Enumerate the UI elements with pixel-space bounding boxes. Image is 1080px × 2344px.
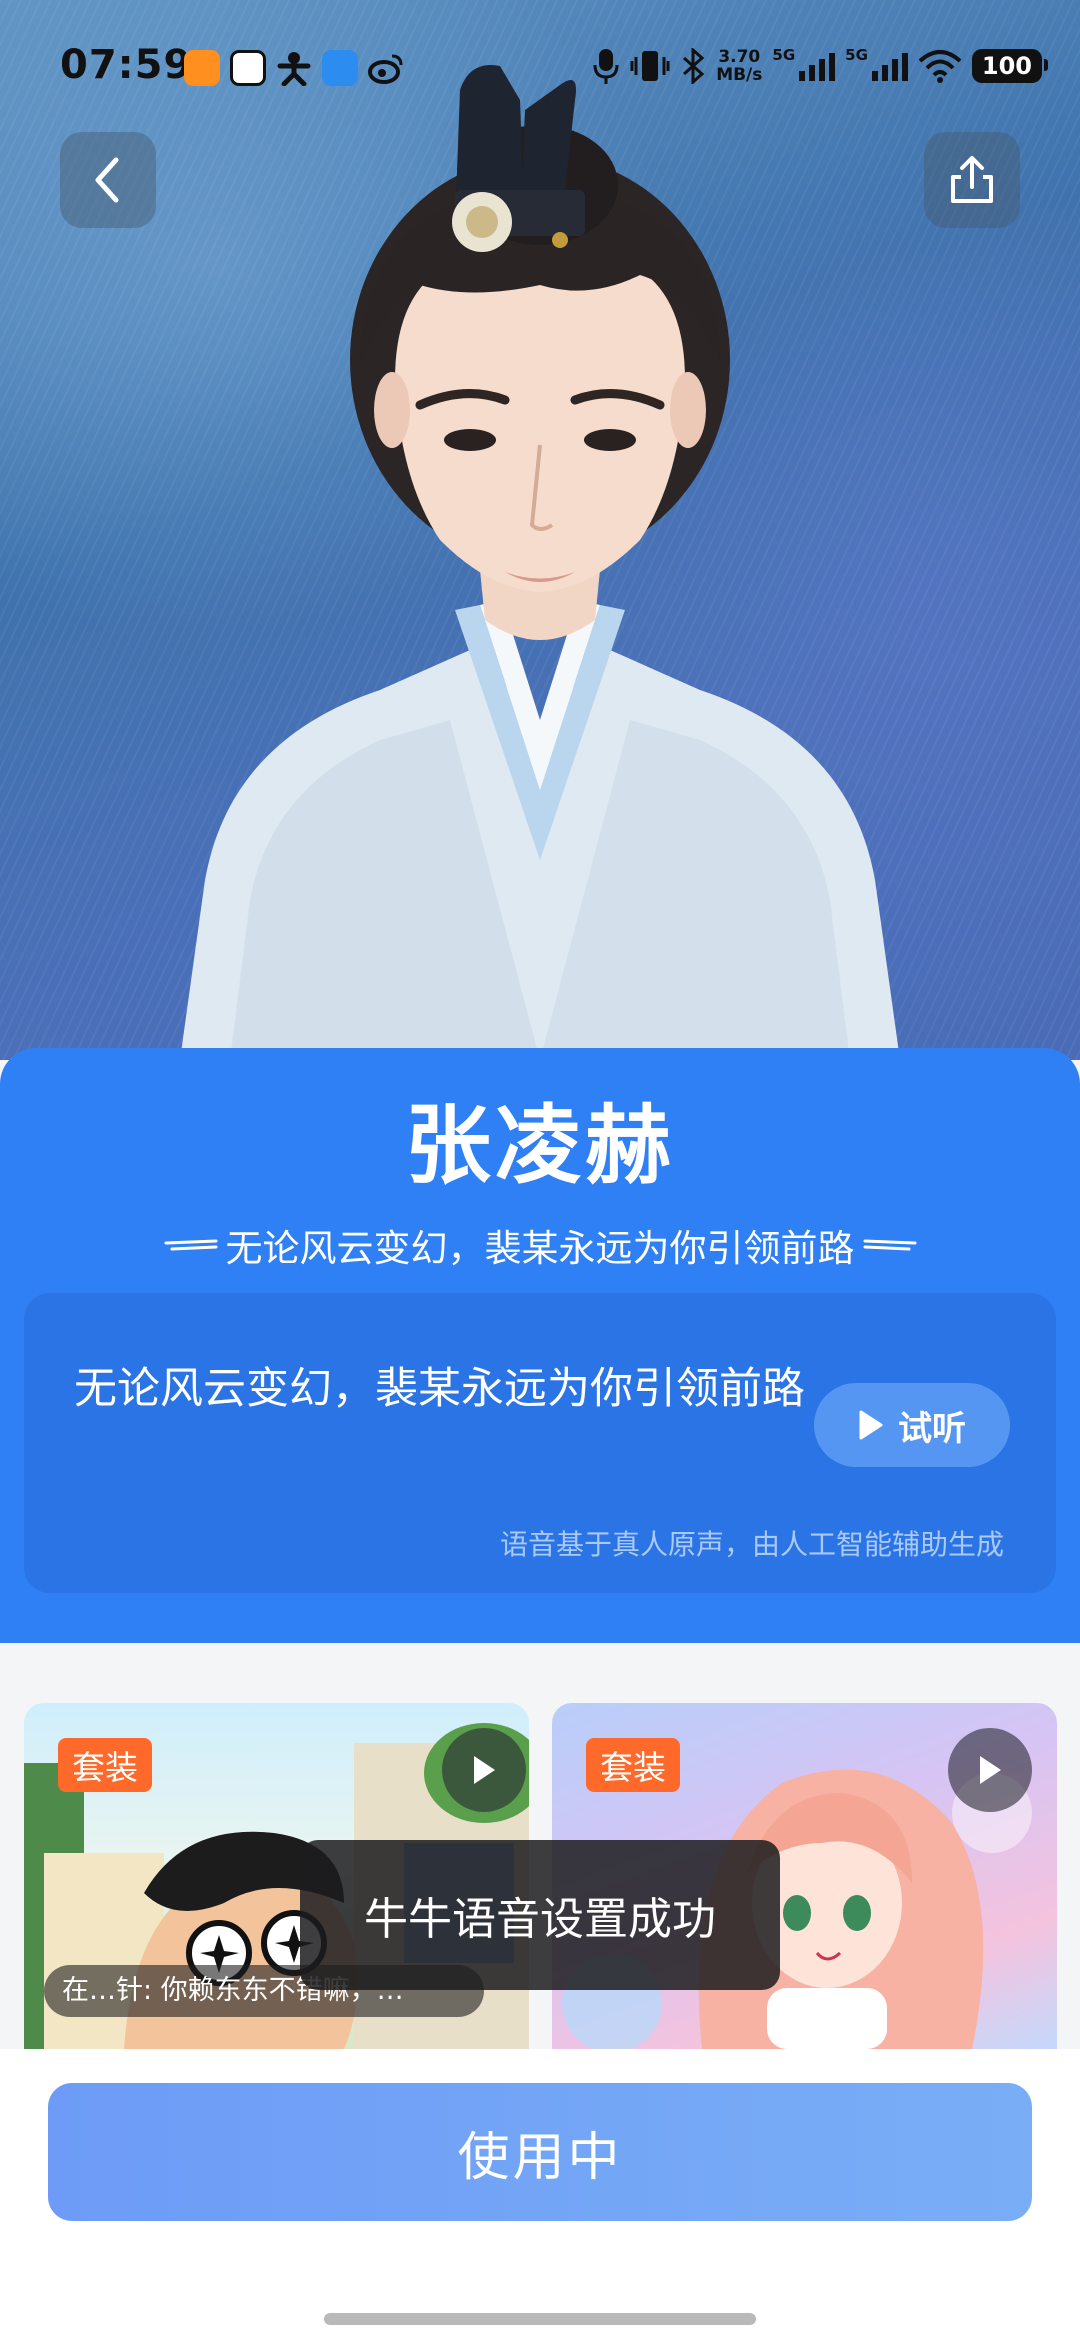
play-icon	[859, 1410, 883, 1440]
sim1-label: 5G	[772, 46, 796, 64]
sim2-label: 5G	[845, 46, 868, 64]
tagline-row: 无论风云变幻，裴某永远为你引领前路	[0, 1218, 1080, 1272]
signal-strength-icon-2	[871, 53, 908, 81]
share-button[interactable]	[924, 132, 1020, 228]
wifi-icon	[918, 50, 962, 83]
network-speed: 3.70 MB/s	[716, 47, 763, 85]
in-use-button[interactable]: 使用中	[48, 2083, 1032, 2221]
vibrate-icon	[630, 51, 670, 81]
portrait-image	[180, 65, 900, 1060]
status-right-cluster: 3.70 MB/s 5G 5G 100	[592, 46, 1049, 86]
tagline-left-decoration	[164, 1239, 217, 1251]
set-badge: 套装	[586, 1738, 680, 1792]
voice-sample-card: 无论风云变幻，裴某永远为你引领前路 试听 语音基于真人原声，由人工智能辅助生成	[24, 1293, 1056, 1593]
preset-play-button[interactable]	[948, 1728, 1032, 1812]
toast-message: 牛牛语音设置成功	[300, 1840, 780, 1990]
play-icon	[474, 1756, 495, 1784]
battery-indicator: 100	[971, 49, 1049, 83]
voice-name-title: 张凌赫	[405, 1096, 675, 1196]
app-notification-icon-1	[184, 50, 220, 86]
app-notification-icon-4	[322, 50, 358, 86]
ai-disclaimer: 语音基于真人原声，由人工智能辅助生成	[499, 1528, 1004, 1561]
bluetooth-icon	[683, 48, 705, 84]
status-time: 07:59	[60, 42, 193, 88]
sample-text: 无论风云变幻，裴某永远为你引领前路	[74, 1364, 805, 1414]
set-badge: 套装	[58, 1738, 152, 1792]
person-app-icon	[277, 52, 311, 86]
preset-play-button[interactable]	[442, 1728, 526, 1812]
status-bar: 07:59 3.70 MB/s 5G 5G 100	[0, 0, 1080, 130]
weibo-icon	[368, 54, 403, 84]
tagline-right-decoration	[863, 1239, 916, 1251]
listen-label: 试听	[898, 1408, 966, 1449]
share-icon	[951, 156, 993, 203]
voice-tagline: 无论风云变幻，裴某永远为你引领前路	[225, 1227, 855, 1270]
back-button[interactable]	[60, 132, 156, 228]
chevron-left-icon	[95, 157, 119, 203]
play-icon	[980, 1756, 1001, 1784]
home-indicator[interactable]	[324, 2313, 756, 2325]
listen-button[interactable]: 试听	[814, 1383, 1010, 1467]
app-notification-icon-2	[230, 50, 266, 86]
signal-strength-icon-1	[799, 53, 836, 81]
microphone-icon	[593, 49, 619, 84]
hero-portrait-area: 07:59 3.70 MB/s 5G 5G 100	[0, 0, 1080, 1060]
